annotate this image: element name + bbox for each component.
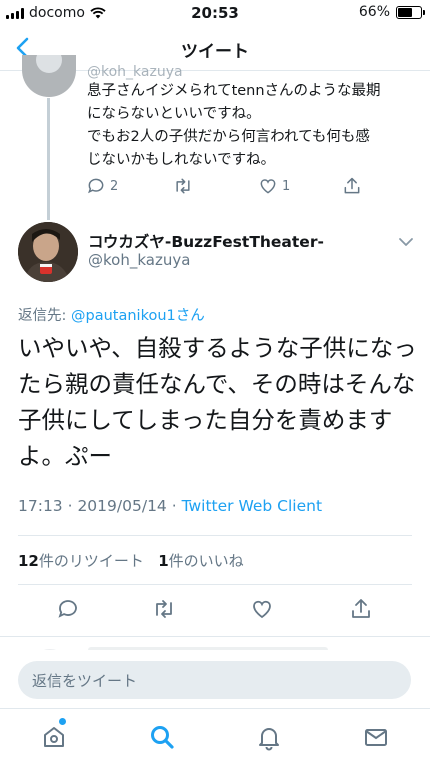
search-icon[interactable] xyxy=(148,723,176,751)
timestamp-text: 17:13 · 2019/05/14 · xyxy=(18,497,182,515)
user-handle[interactable]: @koh_kazuya xyxy=(88,251,190,269)
tweet-body: いやいや、自殺するような子供になったら親の責任なんで、その時はそんな子供にしてし… xyxy=(18,334,417,470)
previous-tweet-line: 息子さんイジメられてtennさんのような最期 xyxy=(87,83,381,99)
share-icon[interactable] xyxy=(349,597,373,621)
battery-fill xyxy=(398,7,412,17)
previous-tweet-text: 息子さんイジメられてtennさんのような最期 にならないといいですね。 でもお2… xyxy=(87,80,417,172)
home-notification-dot xyxy=(59,718,66,725)
reply-icon xyxy=(88,178,104,194)
retweet-icon[interactable] xyxy=(151,597,177,621)
avatar-photo xyxy=(18,222,78,282)
status-bar: docomo 20:53 66% xyxy=(0,0,430,26)
previous-tweet-line: じないかもしれないですね。 xyxy=(87,152,276,168)
mail-icon[interactable] xyxy=(362,723,390,751)
divider xyxy=(18,535,412,536)
previous-reply-count: 2 xyxy=(110,178,119,194)
tweet-timestamp: 17:13 · 2019/05/14 · Twitter Web Client xyxy=(18,497,322,515)
share-icon xyxy=(344,177,360,194)
battery-percent: 66% xyxy=(358,4,390,20)
previous-like-count: 1 xyxy=(282,178,291,194)
like-count: 1 xyxy=(158,552,169,570)
avatar[interactable] xyxy=(18,222,78,282)
status-right: 66% xyxy=(358,4,425,20)
retweet-stat[interactable]: 12件のリツイート xyxy=(18,552,144,570)
tab-bar xyxy=(0,708,430,766)
chevron-down-icon[interactable] xyxy=(398,236,414,248)
previous-share-button[interactable] xyxy=(342,176,362,196)
retweet-icon xyxy=(176,178,190,194)
previous-retweet-button[interactable] xyxy=(172,176,194,196)
previous-like-button[interactable]: 1 xyxy=(258,176,290,196)
reply-to: 返信先: @pautanikou1さん xyxy=(18,304,205,325)
previous-tweet-line: にならないといいですね。 xyxy=(87,106,261,122)
divider xyxy=(18,584,412,585)
client-link[interactable]: Twitter Web Client xyxy=(182,497,322,515)
previous-reply-button[interactable]: 2 xyxy=(86,176,118,196)
reply-to-mention[interactable]: @pautanikou1さん xyxy=(71,308,205,324)
like-icon[interactable] xyxy=(250,597,274,621)
reply-bar: 返信をツイート xyxy=(0,650,430,708)
reply-input[interactable]: 返信をツイート xyxy=(18,661,411,699)
like-icon xyxy=(260,179,276,194)
bell-icon[interactable] xyxy=(255,723,283,751)
like-stat[interactable]: 1件のいいね xyxy=(158,552,243,570)
thread-line xyxy=(47,98,50,220)
like-label: 件のいいね xyxy=(168,552,244,570)
battery-icon xyxy=(396,5,425,19)
previous-tweet-avatar[interactable] xyxy=(22,55,76,97)
reply-icon[interactable] xyxy=(56,597,80,621)
tweet-actions xyxy=(0,597,430,623)
reply-to-prefix: 返信先: xyxy=(18,308,71,324)
retweet-label: 件のリツイート xyxy=(38,552,144,570)
previous-tweet-line: でもお2人の子供だから何言われても何も感 xyxy=(87,129,370,145)
display-name[interactable]: コウカズヤ-BuzzFestTheater- xyxy=(88,230,324,252)
previous-tweet-actions: 2 1 xyxy=(86,176,386,198)
home-icon[interactable] xyxy=(40,723,68,751)
retweet-count: 12 xyxy=(18,552,39,570)
tweet-stats: 12件のリツイート 1件のいいね xyxy=(18,550,244,571)
previous-tweet-handle: @koh_kazuya xyxy=(87,64,183,80)
